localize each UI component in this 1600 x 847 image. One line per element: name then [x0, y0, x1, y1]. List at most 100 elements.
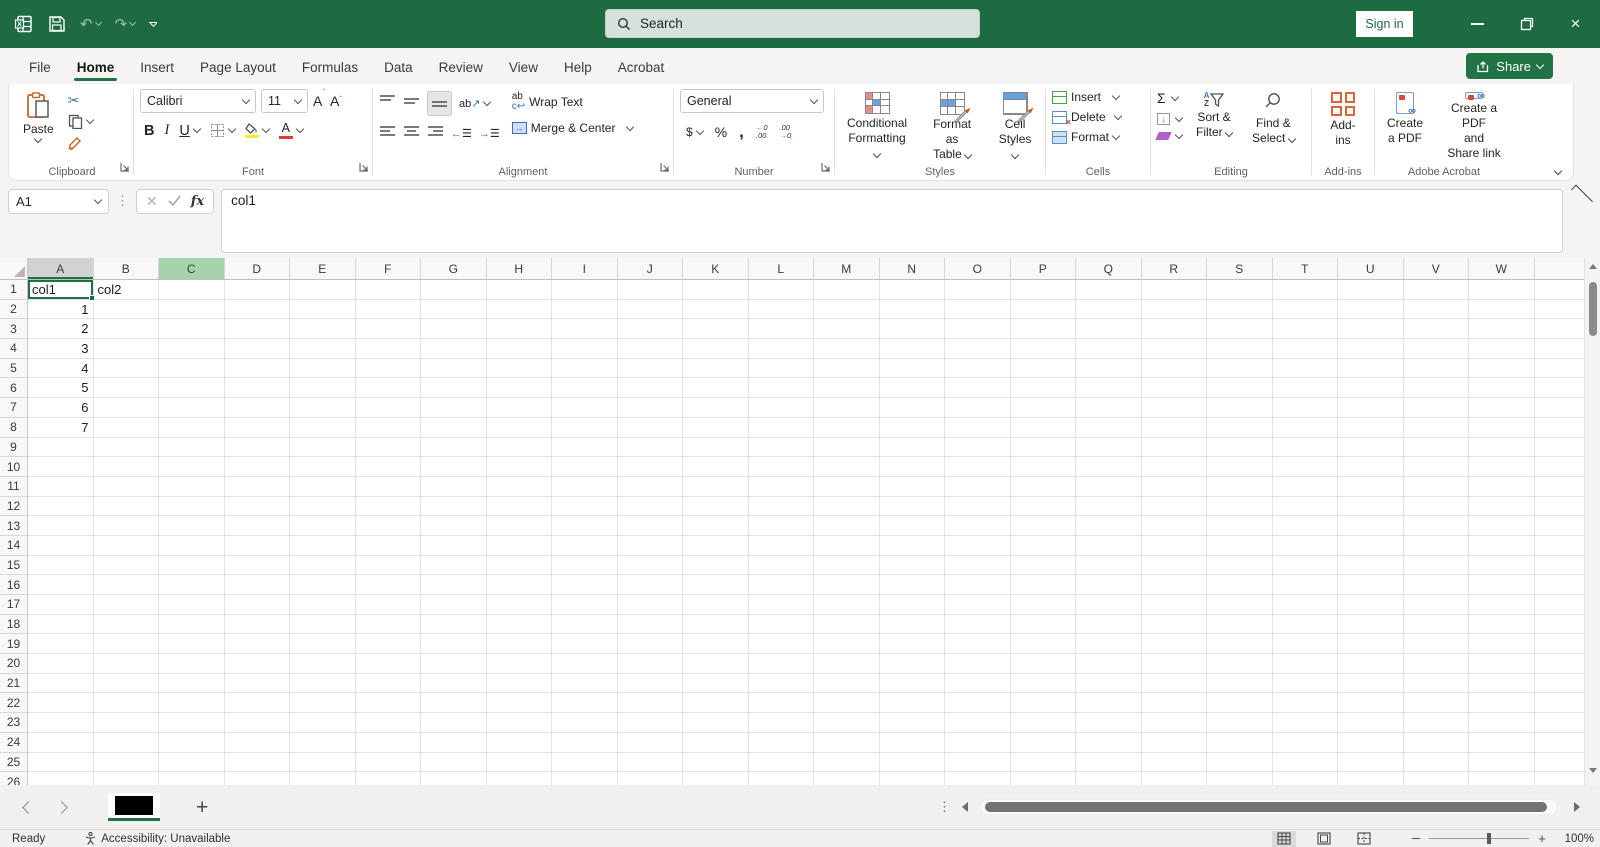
cell-K12[interactable] — [683, 497, 749, 517]
cell-C20[interactable] — [159, 654, 225, 674]
cell-M21[interactable] — [814, 674, 880, 694]
cell-U12[interactable] — [1338, 497, 1404, 517]
cell-J14[interactable] — [618, 536, 684, 556]
cell-Q4[interactable] — [1076, 339, 1142, 359]
cell-W15[interactable] — [1469, 556, 1535, 576]
cell-G4[interactable] — [421, 339, 487, 359]
cell-I6[interactable] — [552, 378, 618, 398]
cell-F12[interactable] — [356, 497, 422, 517]
cell-K19[interactable] — [683, 634, 749, 654]
cell-L23[interactable] — [749, 713, 815, 733]
cell-A5[interactable]: 4 — [28, 359, 94, 379]
cell-D8[interactable] — [225, 418, 291, 438]
cell-L18[interactable] — [749, 615, 815, 635]
cell-W24[interactable] — [1469, 733, 1535, 753]
row-header-21[interactable]: 21 — [0, 674, 28, 694]
cell-F3[interactable] — [356, 319, 422, 339]
cell-A1[interactable]: col1 — [28, 280, 94, 300]
cell-N19[interactable] — [880, 634, 946, 654]
cell-T21[interactable] — [1273, 674, 1339, 694]
cell-O3[interactable] — [945, 319, 1011, 339]
cell-K23[interactable] — [683, 713, 749, 733]
cell-V22[interactable] — [1404, 693, 1470, 713]
row-header-7[interactable]: 7 — [0, 398, 28, 418]
cell-S6[interactable] — [1207, 378, 1273, 398]
cell-T11[interactable] — [1273, 477, 1339, 497]
cell-C14[interactable] — [159, 536, 225, 556]
cell-M10[interactable] — [814, 457, 880, 477]
cell-M19[interactable] — [814, 634, 880, 654]
cell-H15[interactable] — [487, 556, 553, 576]
cell-O18[interactable] — [945, 615, 1011, 635]
cell-S2[interactable] — [1207, 300, 1273, 320]
cell-R8[interactable] — [1142, 418, 1208, 438]
cell-H1[interactable] — [487, 280, 553, 300]
cell-H2[interactable] — [487, 300, 553, 320]
cell-T1[interactable] — [1273, 280, 1339, 300]
cell-W2[interactable] — [1469, 300, 1535, 320]
cell-D12[interactable] — [225, 497, 291, 517]
cell-Q24[interactable] — [1076, 733, 1142, 753]
cell-P6[interactable] — [1011, 378, 1077, 398]
cell-S19[interactable] — [1207, 634, 1273, 654]
sort-filter-button[interactable]: AZ Sort &Filter — [1190, 89, 1238, 164]
cell-D25[interactable] — [225, 753, 291, 773]
cell-G17[interactable] — [421, 595, 487, 615]
cell-S3[interactable] — [1207, 319, 1273, 339]
cell-J20[interactable] — [618, 654, 684, 674]
cell-B23[interactable] — [94, 713, 160, 733]
cell-U2[interactable] — [1338, 300, 1404, 320]
cell-M24[interactable] — [814, 733, 880, 753]
cell-M7[interactable] — [814, 398, 880, 418]
cell-W11[interactable] — [1469, 477, 1535, 497]
cell-F15[interactable] — [356, 556, 422, 576]
cell-C8[interactable] — [159, 418, 225, 438]
cell-E18[interactable] — [290, 615, 356, 635]
column-header-Q[interactable]: Q — [1076, 258, 1142, 279]
cell-B9[interactable] — [94, 438, 160, 458]
cell-D9[interactable] — [225, 438, 291, 458]
cell-Q18[interactable] — [1076, 615, 1142, 635]
cell-N21[interactable] — [880, 674, 946, 694]
cell-Q1[interactable] — [1076, 280, 1142, 300]
cell-H5[interactable] — [487, 359, 553, 379]
row-header-2[interactable]: 2 — [0, 300, 28, 320]
tab-review[interactable]: Review — [426, 52, 496, 84]
cell-G12[interactable] — [421, 497, 487, 517]
cell-R5[interactable] — [1142, 359, 1208, 379]
cell-J8[interactable] — [618, 418, 684, 438]
cell-J15[interactable] — [618, 556, 684, 576]
cell-G18[interactable] — [421, 615, 487, 635]
cell-T26[interactable] — [1273, 772, 1339, 785]
cell-M3[interactable] — [814, 319, 880, 339]
name-box[interactable]: A1 — [8, 189, 109, 214]
cell-D15[interactable] — [225, 556, 291, 576]
cell-C21[interactable] — [159, 674, 225, 694]
addins-button[interactable]: Add-ins — [1318, 89, 1368, 164]
orientation-button[interactable]: ab↗ — [459, 97, 490, 110]
cell-F20[interactable] — [356, 654, 422, 674]
cell-T20[interactable] — [1273, 654, 1339, 674]
cell-Q7[interactable] — [1076, 398, 1142, 418]
cell-P7[interactable] — [1011, 398, 1077, 418]
cell-N4[interactable] — [880, 339, 946, 359]
cell-K9[interactable] — [683, 438, 749, 458]
paste-button[interactable]: Paste — [17, 89, 60, 164]
cell-G3[interactable] — [421, 319, 487, 339]
cell-P3[interactable] — [1011, 319, 1077, 339]
cell-P16[interactable] — [1011, 575, 1077, 595]
clear-button[interactable] — [1157, 132, 1182, 140]
column-header-L[interactable]: L — [749, 258, 815, 279]
row-header-1[interactable]: 1 — [0, 280, 28, 300]
cell-O4[interactable] — [945, 339, 1011, 359]
select-all-button[interactable] — [0, 258, 28, 279]
create-pdf-button[interactable]: Createa PDF — [1381, 89, 1429, 164]
cell-A6[interactable]: 5 — [28, 378, 94, 398]
cell-J13[interactable] — [618, 516, 684, 536]
cell-U15[interactable] — [1338, 556, 1404, 576]
cell-C4[interactable] — [159, 339, 225, 359]
cell-Q16[interactable] — [1076, 575, 1142, 595]
cell-P9[interactable] — [1011, 438, 1077, 458]
cell-A16[interactable] — [28, 575, 94, 595]
cell-B21[interactable] — [94, 674, 160, 694]
